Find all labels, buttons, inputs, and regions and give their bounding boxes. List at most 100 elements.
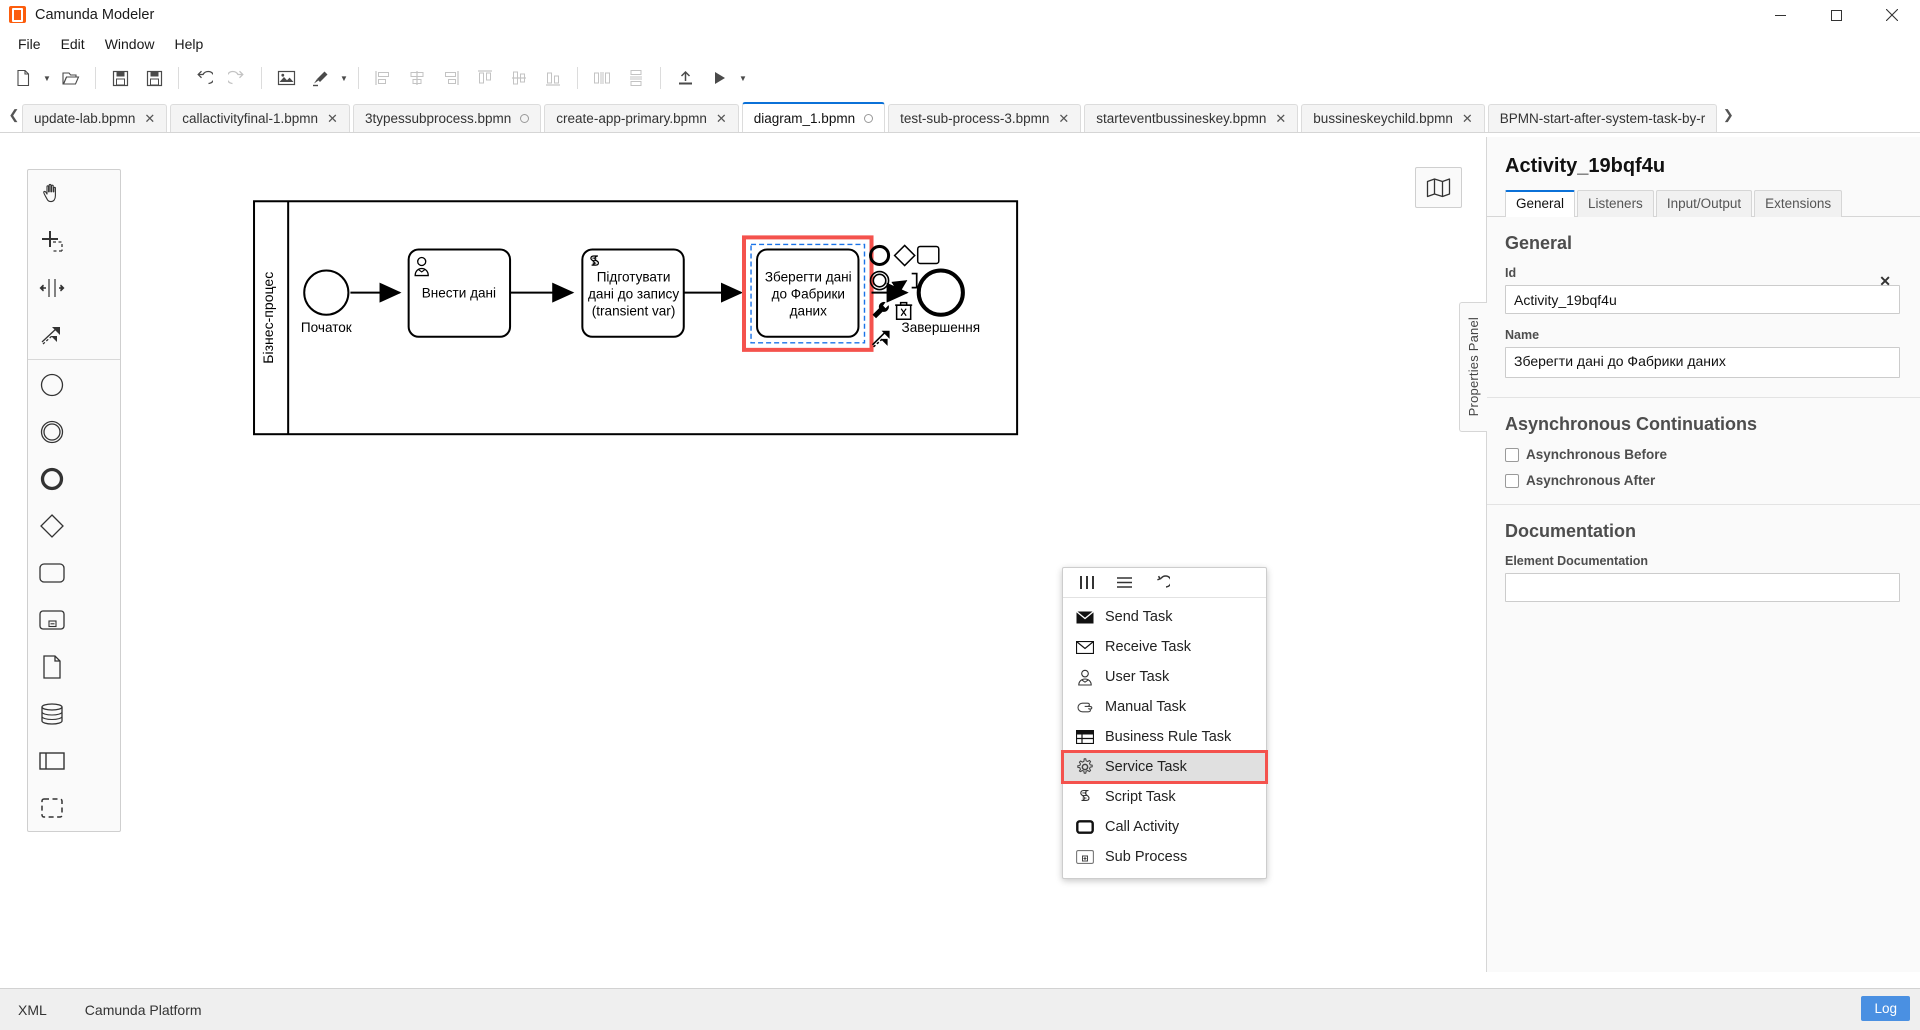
columns-view-icon[interactable] <box>1079 572 1096 594</box>
tab-callactivityfinal-1[interactable]: callactivityfinal-1.bpmn ✕ <box>170 104 350 132</box>
color-picker-button[interactable] <box>303 62 337 94</box>
tab-test-sub-process-3[interactable]: test-sub-process-3.bpmn ✕ <box>888 104 1082 132</box>
properties-panel-toggle[interactable]: Properties Panel <box>1459 302 1487 432</box>
async-after-row[interactable]: Asynchronous After <box>1505 473 1900 488</box>
tab-label: starteventbussineskey.bpmn <box>1096 111 1267 126</box>
distribute-vertical-button[interactable] <box>619 62 653 94</box>
menu-window[interactable]: Window <box>95 33 165 55</box>
replace-option-receive-task[interactable]: Receive Task <box>1063 632 1266 662</box>
align-bottom-button[interactable] <box>536 62 570 94</box>
async-after-checkbox[interactable] <box>1505 473 1519 488</box>
maximize-button[interactable] <box>1808 0 1864 30</box>
tab-close-icon[interactable]: ✕ <box>1058 112 1069 125</box>
tab-close-icon[interactable]: ✕ <box>144 112 155 125</box>
replace-element-menu[interactable]: Send Task Receive Task User Task Manual … <box>1061 567 1268 879</box>
end-event-zavershennya[interactable]: Завершення <box>902 268 981 335</box>
tab-dirty-indicator[interactable] <box>520 114 530 123</box>
tab-update-lab[interactable]: update-lab.bpmn ✕ <box>22 104 168 132</box>
tab-label: callactivityfinal-1.bpmn <box>182 111 319 126</box>
clear-x-icon[interactable]: ✕ <box>1879 273 1891 290</box>
align-right-button[interactable] <box>434 62 468 94</box>
start-instance-button[interactable] <box>702 62 736 94</box>
tab-close-icon[interactable]: ✕ <box>1275 112 1286 125</box>
reset-icon[interactable] <box>1153 572 1170 594</box>
minimize-button[interactable] <box>1752 0 1808 30</box>
gateway-icon <box>893 244 916 267</box>
tab-dirty-indicator[interactable] <box>864 113 874 123</box>
align-top-button[interactable] <box>468 62 502 94</box>
new-file-button[interactable] <box>6 62 40 94</box>
toolbar-separator <box>660 67 661 89</box>
replace-option-label: Call Activity <box>1105 819 1180 835</box>
tab-create-app-primary[interactable]: create-app-primary.bpmn ✕ <box>544 104 739 132</box>
replace-option-script-task[interactable]: Script Task <box>1063 782 1266 812</box>
distribute-horizontal-button[interactable] <box>585 62 619 94</box>
task-vnesty-dani[interactable]: Внести дані <box>407 248 512 338</box>
bottom-spacer <box>0 972 1920 988</box>
new-file-caret-icon[interactable]: ▼ <box>40 62 54 94</box>
open-file-button[interactable] <box>54 62 88 94</box>
undo-button[interactable] <box>186 62 220 94</box>
toolbar-separator <box>577 67 578 89</box>
name-input[interactable] <box>1505 347 1900 378</box>
element-documentation-input[interactable] <box>1505 573 1900 602</box>
tab-bpmn-start-after-system-task[interactable]: BPMN-start-after-system-task-by-r <box>1487 104 1718 132</box>
text-annotation-icon <box>911 272 918 289</box>
tab-extensions[interactable]: Extensions <box>1754 190 1843 217</box>
log-button[interactable]: Log <box>1861 996 1910 1021</box>
pool-label: Бізнес-процес <box>260 272 276 364</box>
replace-option-send-task[interactable]: Send Task <box>1063 602 1266 632</box>
end-event-label: Завершення <box>902 320 981 335</box>
tab-bussineskeychild[interactable]: bussineskeychild.bpmn ✕ <box>1301 104 1485 132</box>
chevron-right-icon[interactable]: ❯ <box>1720 99 1736 132</box>
task-1-label: Внести дані <box>422 286 496 301</box>
replace-option-user-task[interactable]: User Task <box>1063 662 1266 692</box>
deploy-button[interactable] <box>668 62 702 94</box>
align-middle-button[interactable] <box>502 62 536 94</box>
menu-edit[interactable]: Edit <box>51 33 95 55</box>
list-view-icon[interactable] <box>1116 572 1133 594</box>
tab-3typessubprocess[interactable]: 3typessubprocess.bpmn <box>352 104 542 132</box>
diagram-canvas[interactable]: Бізнес-процес Початок Внести дані Підгот… <box>0 137 1486 972</box>
id-input[interactable] <box>1505 285 1900 314</box>
task-pidhotuvaty-dani[interactable]: Підготувати дані до запису (transient va… <box>581 248 685 338</box>
tab-close-icon[interactable]: ✕ <box>1462 112 1473 125</box>
color-picker-caret-icon[interactable]: ▼ <box>337 62 351 94</box>
sub-process-icon <box>1075 847 1095 867</box>
replace-option-service-task[interactable]: Service Task <box>1061 750 1268 784</box>
start-event-pochatok[interactable]: Початок <box>301 269 352 335</box>
tab-input-output[interactable]: Input/Output <box>1655 190 1753 217</box>
export-image-button[interactable] <box>269 62 303 94</box>
tab-close-icon[interactable]: ✕ <box>327 112 338 125</box>
save-as-button[interactable] <box>137 62 171 94</box>
xml-view-button[interactable]: XML <box>12 998 53 1022</box>
async-before-label: Asynchronous Before <box>1526 447 1668 462</box>
field-id: Id ✕ <box>1505 266 1900 314</box>
wrench-icon <box>872 301 889 319</box>
async-before-row[interactable]: Asynchronous Before <box>1505 447 1900 462</box>
tab-diagram-1[interactable]: diagram_1.bpmn <box>741 102 886 132</box>
replace-option-label: User Task <box>1105 669 1170 685</box>
replace-option-manual-task[interactable]: Manual Task <box>1063 692 1266 722</box>
engine-profile-button[interactable]: Camunda Platform <box>79 998 208 1022</box>
start-instance-caret-icon[interactable]: ▼ <box>736 62 750 94</box>
close-button[interactable] <box>1864 0 1920 30</box>
redo-button[interactable] <box>220 62 254 94</box>
save-button[interactable] <box>103 62 137 94</box>
align-center-button[interactable] <box>400 62 434 94</box>
properties-tabs: General Listeners Input/Output Extension… <box>1487 178 1920 217</box>
tab-close-icon[interactable]: ✕ <box>716 112 727 125</box>
menu-file[interactable]: File <box>8 33 51 55</box>
chevron-left-icon[interactable]: ❮ <box>6 99 22 132</box>
task-zberehty-dani-selected[interactable]: Зберегти дані до Фабрики даних <box>741 235 874 352</box>
replace-option-business-rule-task[interactable]: Business Rule Task <box>1063 722 1266 752</box>
menu-help[interactable]: Help <box>164 33 213 55</box>
replace-option-call-activity[interactable]: Call Activity <box>1063 812 1266 842</box>
tab-label: diagram_1.bpmn <box>753 110 856 126</box>
tab-starteventbussineskey[interactable]: starteventbussineskey.bpmn ✕ <box>1084 104 1299 132</box>
async-before-checkbox[interactable] <box>1505 447 1519 462</box>
tab-listeners[interactable]: Listeners <box>1577 190 1654 217</box>
align-left-button[interactable] <box>366 62 400 94</box>
tab-general[interactable]: General <box>1505 190 1576 217</box>
replace-option-sub-process[interactable]: Sub Process <box>1063 842 1266 872</box>
